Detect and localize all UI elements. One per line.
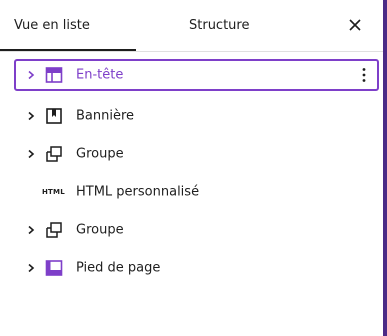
group-icon (44, 144, 64, 164)
list-item-header[interactable]: En-tête (14, 59, 379, 91)
footer-template-icon (44, 258, 64, 278)
list-item-label: Pied de page (76, 260, 161, 276)
list-item-group[interactable]: Groupe (14, 138, 379, 170)
bookmark-icon (44, 106, 64, 126)
group-icon (44, 220, 64, 240)
close-button[interactable] (345, 15, 365, 35)
list-item-group[interactable]: Groupe (14, 214, 379, 246)
header-template-icon (44, 65, 64, 85)
chevron-right-icon[interactable] (26, 111, 36, 121)
tabs-divider (0, 51, 383, 52)
list-item-footer[interactable]: Pied de page (14, 252, 379, 284)
more-options-icon[interactable] (361, 67, 367, 83)
chevron-right-icon[interactable] (26, 225, 36, 235)
chevron-right-icon[interactable] (26, 149, 36, 159)
html-icon: HTML (42, 188, 65, 196)
list-item-custom-html[interactable]: HTML HTML personnalisé (14, 176, 379, 208)
panel-tabs: Vue en liste Structure (0, 0, 383, 52)
list-item-banner[interactable]: Bannière (14, 100, 379, 132)
close-icon (349, 19, 361, 31)
list-view-panel: Vue en liste Structure En-tête Bannière … (0, 0, 387, 336)
list-item-label: Groupe (76, 146, 124, 162)
chevron-right-icon[interactable] (26, 70, 36, 80)
tab-list-view[interactable]: Vue en liste (14, 18, 90, 33)
editor-edge (383, 0, 387, 336)
list-item-label: En-tête (76, 67, 124, 83)
list-item-label: Groupe (76, 222, 124, 238)
list-item-label: Bannière (76, 108, 135, 124)
chevron-right-icon[interactable] (26, 263, 36, 273)
tab-outline[interactable]: Structure (189, 18, 249, 33)
list-item-label: HTML personnalisé (76, 184, 200, 200)
